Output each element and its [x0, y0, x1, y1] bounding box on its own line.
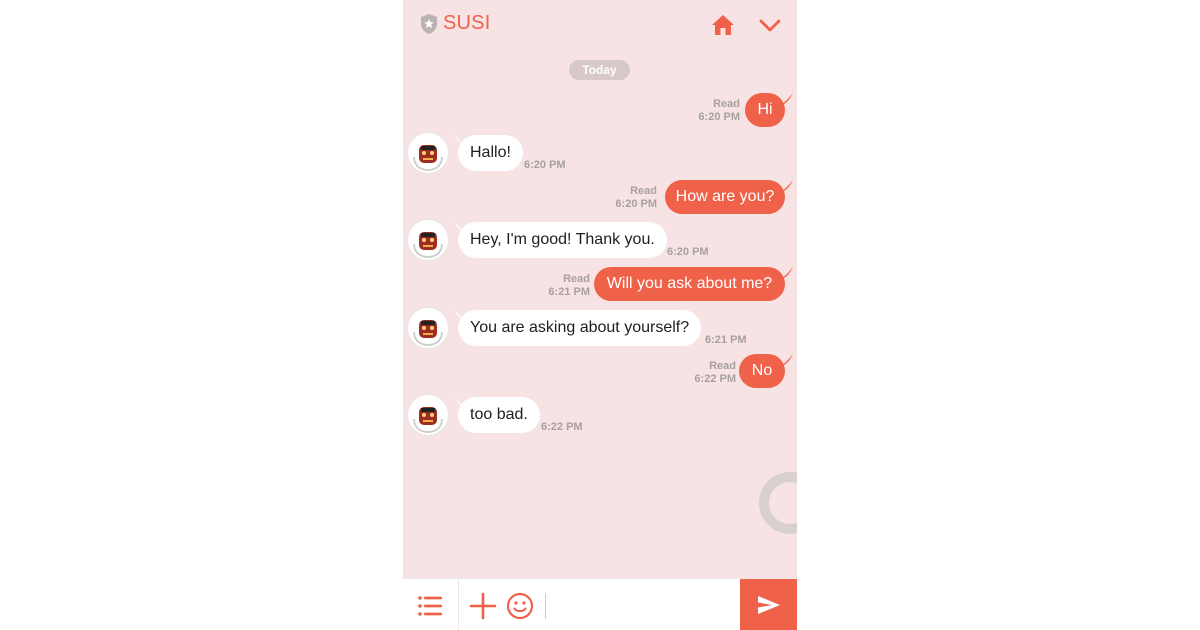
message-time: 6:21 PM	[548, 286, 590, 298]
bot-avatar	[408, 395, 448, 435]
brand: SUSI	[419, 12, 490, 35]
message-time: 6:22 PM	[541, 421, 583, 433]
send-icon[interactable]	[740, 579, 797, 630]
message-time: 6:20 PM	[524, 159, 566, 171]
message-meta: Read 6:20 PM	[582, 185, 657, 211]
message-time: 6:20 PM	[698, 111, 740, 123]
incoming-message-bubble[interactable]: You are asking about yourself?	[458, 310, 702, 346]
incoming-message-bubble[interactable]: Hey, I'm good! Thank you.	[458, 222, 667, 258]
bubble-tail-icon	[779, 267, 793, 279]
message-meta: Read 6:22 PM	[661, 360, 736, 386]
bubble-tail-icon	[779, 180, 793, 192]
outgoing-message-bubble[interactable]: Will you ask about me?	[594, 267, 785, 301]
composer-bar	[403, 578, 797, 630]
bot-avatar	[408, 220, 448, 260]
message-time: 6:21 PM	[705, 334, 747, 346]
message-meta: Read 6:20 PM	[665, 98, 740, 124]
message-meta: Read 6:21 PM	[515, 273, 590, 299]
bubble-tail-icon	[779, 93, 793, 105]
read-status: Read	[563, 273, 590, 285]
incoming-message-bubble[interactable]: too bad.	[458, 397, 540, 433]
bubble-tail-icon	[779, 354, 793, 366]
outgoing-message-bubble[interactable]: How are you?	[665, 180, 785, 214]
message-time: 6:20 PM	[615, 198, 657, 210]
chat-window: SUSI Today Read 6:20 PM Hi Hallo! 6:20 P…	[403, 0, 797, 630]
bot-avatar	[408, 308, 448, 348]
bot-avatar	[408, 133, 448, 173]
plus-icon[interactable]	[469, 592, 497, 620]
message-input[interactable]	[545, 593, 744, 619]
date-divider: Today	[569, 60, 630, 80]
read-status: Read	[713, 98, 740, 110]
read-status: Read	[630, 185, 657, 197]
loading-spinner-icon	[759, 472, 797, 534]
shield-icon	[419, 13, 439, 35]
app-title: SUSI	[443, 12, 491, 34]
app-header: SUSI	[403, 0, 797, 52]
smiley-icon[interactable]	[506, 592, 534, 620]
menu-icon[interactable]	[403, 579, 459, 630]
home-icon[interactable]	[710, 12, 736, 38]
chevron-down-icon[interactable]	[757, 12, 783, 38]
read-status: Read	[709, 360, 736, 372]
incoming-message-bubble[interactable]: Hallo!	[458, 135, 523, 171]
message-time: 6:20 PM	[667, 246, 709, 258]
message-time: 6:22 PM	[694, 373, 736, 385]
